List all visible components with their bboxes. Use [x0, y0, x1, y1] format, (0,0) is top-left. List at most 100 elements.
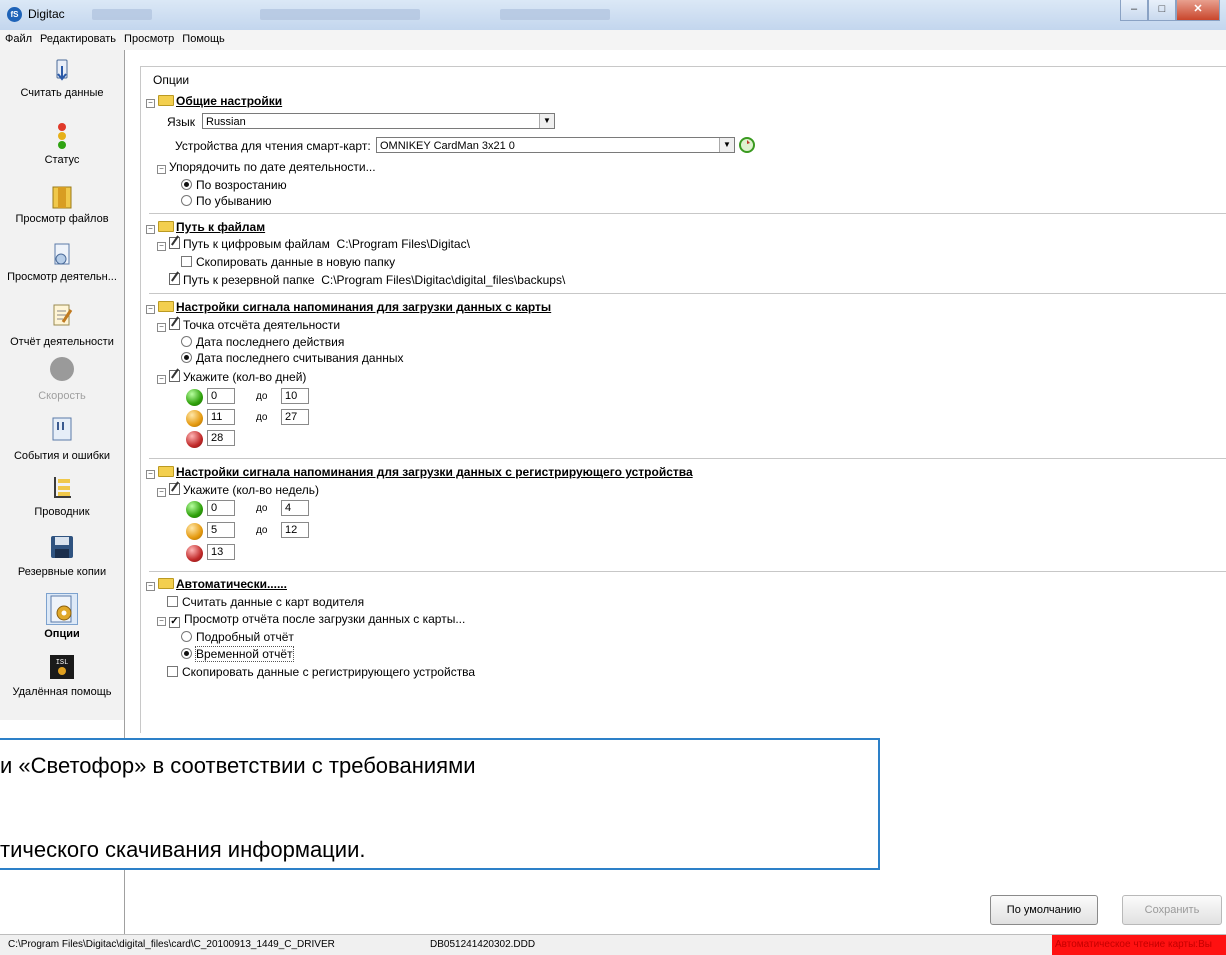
collapse-icon[interactable]: − — [146, 225, 155, 234]
collapse-icon[interactable]: − — [157, 165, 166, 174]
sidebar-item-files[interactable]: Просмотр файлов — [0, 184, 124, 225]
edit-icon — [169, 483, 180, 495]
svg-text:ISL: ISL — [56, 659, 69, 667]
menu-help[interactable]: Помощь — [177, 30, 228, 50]
green-light-icon — [186, 389, 203, 406]
collapse-icon[interactable]: − — [146, 582, 155, 591]
green-light-icon — [186, 501, 203, 518]
collapse-icon[interactable]: − — [146, 305, 155, 314]
device-yellow-to[interactable]: 12 — [281, 522, 309, 538]
sidebar-item-backups[interactable]: Резервные копии — [0, 534, 124, 578]
maximize-icon[interactable]: □ — [1148, 0, 1176, 21]
title-bar: fS Digitac – □ ✕ — [0, 0, 1226, 30]
sort-asc-radio[interactable]: По возростанию — [181, 178, 287, 192]
folder-icon — [158, 578, 174, 589]
to-label: до — [256, 503, 268, 514]
save-button[interactable]: Сохранить — [1122, 895, 1222, 925]
window-controls: – □ ✕ — [1120, 0, 1220, 21]
ref-point-row[interactable]: − Точка отсчёта деятельности — [157, 318, 340, 332]
last-action-radio[interactable]: Дата последнего действия — [181, 335, 344, 349]
card-red-from[interactable]: 28 — [207, 430, 235, 446]
sort-group[interactable]: − Упорядочить по дате деятельности... — [157, 160, 376, 174]
device-yellow-from[interactable]: 5 — [207, 522, 235, 538]
sidebar-item-status[interactable]: Статус — [0, 122, 124, 166]
device-green-from[interactable]: 0 — [207, 500, 235, 516]
days-row[interactable]: − Укажите (кол-во дней) — [157, 370, 306, 384]
menu-view[interactable]: Просмотр — [119, 30, 177, 50]
sidebar-item-options[interactable]: Опции — [0, 593, 124, 640]
sidebar-item-label: Опции — [44, 628, 80, 640]
status-path: C:\Program Files\Digitac\digital_files\c… — [8, 939, 335, 950]
detailed-report-radio[interactable]: Подробный отчёт — [181, 630, 294, 644]
status-file: DB051241420302.DDD — [430, 939, 536, 950]
card-green-to[interactable]: 10 — [281, 388, 309, 404]
card-green-from[interactable]: 0 — [207, 388, 235, 404]
card-yellow-to[interactable]: 27 — [281, 409, 309, 425]
to-label: до — [256, 525, 268, 536]
backup-path-row[interactable]: Путь к резервной папке C:\Program Files\… — [169, 273, 565, 287]
section-device-reminder[interactable]: − Настройки сигнала напоминания для загру… — [146, 465, 693, 479]
close-icon[interactable]: ✕ — [1176, 0, 1220, 21]
view-report-checkbox[interactable]: − ✓ Просмотр отчёта после загрузки данных … — [157, 612, 465, 628]
reader-select[interactable]: OMNIKEY CardMan 3x21 0 ▼ — [376, 137, 735, 153]
section-auto[interactable]: − Автоматически...... — [146, 577, 287, 591]
menu-file[interactable]: Файл — [0, 30, 35, 50]
minimize-icon[interactable]: – — [1120, 0, 1148, 21]
copy-new-folder-checkbox[interactable]: Скопировать данные в новую папку — [181, 255, 395, 269]
menu-edit[interactable]: Редактировать — [35, 30, 119, 50]
files-icon — [49, 184, 75, 210]
collapse-icon[interactable]: − — [146, 470, 155, 479]
sidebar-item-explorer[interactable]: Проводник — [0, 474, 124, 518]
to-label: до — [256, 412, 268, 423]
red-light-icon — [186, 545, 203, 562]
digital-path-value: C:\Program Files\Digitac\ — [336, 237, 470, 251]
speed-icon — [49, 356, 75, 382]
section-general[interactable]: − Общие настройки — [146, 94, 282, 108]
card-yellow-from[interactable]: 11 — [207, 409, 235, 425]
sort-desc-radio[interactable]: По убыванию — [181, 194, 272, 208]
divider — [149, 293, 1226, 294]
collapse-icon[interactable]: − — [157, 617, 166, 626]
status-auto-read: Автоматическое чтение карты:Вы — [1052, 935, 1226, 955]
app-logo-icon: fS — [7, 7, 22, 22]
device-red-from[interactable]: 13 — [207, 544, 235, 560]
sidebar-item-speed[interactable]: Скорость — [0, 356, 124, 402]
activity-view-icon — [49, 242, 75, 268]
background-window-ghost — [260, 9, 420, 20]
folder-icon — [158, 301, 174, 312]
copy-device-checkbox[interactable]: Скопировать данные с регистрирующего уст… — [167, 665, 475, 679]
sidebar-item-label: События и ошибки — [13, 450, 110, 462]
collapse-icon[interactable]: − — [157, 375, 166, 384]
collapse-icon[interactable]: − — [146, 99, 155, 108]
sidebar-item-activity-view[interactable]: Просмотр деятельн... — [0, 242, 124, 283]
edit-icon — [169, 273, 180, 285]
temporary-report-radio[interactable]: Временной отчёт — [181, 646, 294, 662]
collapse-icon[interactable]: − — [157, 242, 166, 251]
collapse-icon[interactable]: − — [157, 323, 166, 332]
sidebar-item-label: Считать данные — [20, 87, 104, 99]
digital-path-row[interactable]: − Путь к цифровым файлам C:\Program Files… — [157, 237, 470, 251]
last-read-radio[interactable]: Дата последнего считывания данных — [181, 351, 404, 365]
edit-icon — [169, 318, 180, 330]
read-driver-checkbox[interactable]: Считать данные с карт водителя — [167, 595, 364, 609]
section-card-reminder[interactable]: − Настройки сигнала напоминания для загру… — [146, 300, 551, 314]
sidebar-item-remote-help[interactable]: ISL Удалённая помощь — [0, 654, 124, 698]
collapse-icon[interactable]: − — [157, 488, 166, 497]
sidebar-item-read-data[interactable]: Считать данные — [0, 58, 124, 99]
sidebar-item-label: Резервные копии — [17, 566, 107, 578]
presentation-callout: и «Светофор» в соответствии с требования… — [0, 738, 880, 870]
refresh-icon[interactable] — [738, 136, 756, 154]
callout-line-1: и «Светофор» в соответствии с требования… — [0, 753, 476, 778]
language-label: Язык — [167, 115, 196, 129]
menu-bar: Файл Редактировать Просмотр Помощь — [0, 30, 1226, 50]
sidebar-item-events[interactable]: События и ошибки — [0, 416, 124, 462]
device-green-to[interactable]: 4 — [281, 500, 309, 516]
folder-icon — [158, 221, 174, 232]
default-button[interactable]: По умолчанию — [990, 895, 1098, 925]
window-title: Digitac — [28, 7, 65, 21]
language-select[interactable]: Russian ▼ — [202, 113, 555, 129]
sidebar-item-activity-report[interactable]: Отчёт деятельности — [0, 302, 124, 348]
section-paths[interactable]: − Путь к файлам — [146, 220, 265, 234]
weeks-row[interactable]: − Укажите (кол-во недель) — [157, 483, 319, 497]
sidebar-item-label: Просмотр деятельн... — [7, 271, 117, 283]
